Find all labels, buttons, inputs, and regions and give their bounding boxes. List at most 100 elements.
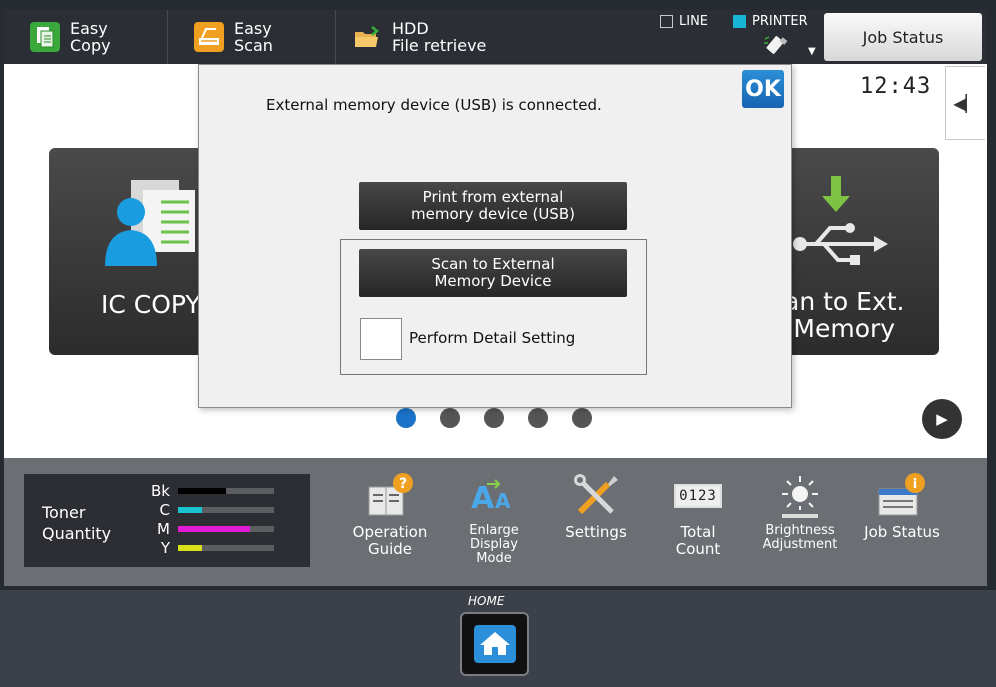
chevron-down-icon[interactable]: ▼ [808,46,816,57]
easy-scan-label-2: Scan [234,36,273,55]
folder-icon [352,22,382,52]
job-status-function-label: Job Status [864,523,940,541]
total-count-label-1: Total [680,523,716,541]
printer-indicator-label: PRINTER [752,14,808,29]
toner-level-fill [178,507,202,513]
operation-guide-label-2: Guide [367,540,413,558]
easy-copy-label-2: Copy [70,36,111,55]
total-count-button[interactable]: 0123 Total Count [648,468,748,578]
usb-stick-icon [762,34,788,63]
toner-title-1: Toner [42,503,86,522]
counter-icon: 0123 [648,468,748,524]
guide-book-icon: ? [340,468,440,524]
print-from-usb-label-2: memory device (USB) [411,205,575,223]
usb-download-icon [793,176,888,265]
toner-quantity-panel: Toner Quantity Bk C M Y [24,474,310,567]
top-bar: Easy Copy Easy Scan HDD File retrieve LI… [4,10,987,64]
svg-text:i: i [913,477,917,492]
operation-guide-label-1: Operation [352,523,428,541]
scan-to-external-memory-button[interactable]: Scan to External Memory Device [359,249,627,297]
page-indicator [396,408,592,428]
toner-level-bar [178,545,274,551]
svg-text:A: A [495,489,511,513]
device-frame: Easy Copy Easy Scan HDD File retrieve LI… [0,0,996,590]
scan-to-ext-btn-label-1: Scan to External [431,255,555,273]
brightness-adjustment-button[interactable]: Brightness Adjustment [750,468,850,578]
dialog-message: External memory device (USB) is connecte… [266,96,602,114]
next-page-button[interactable]: ▶ [922,399,962,439]
line-indicator: LINE [660,14,708,29]
line-indicator-box [660,15,673,28]
printer-indicator: PRINTER [733,14,808,29]
scan-to-ext-label-2: Memory [793,314,896,343]
enlarge-display-label-3: Mode [476,551,512,566]
function-bar: Toner Quantity Bk C M Y ? Operation Guide A… [4,458,987,586]
usb-connected-dialog: External memory device (USB) is connecte… [198,64,792,408]
brightness-label-2: Adjustment [762,537,838,552]
svg-text:?: ? [399,476,407,492]
easy-copy-label-1: Easy [70,19,108,38]
toner-level-fill [178,488,226,494]
operation-guide-label: Operation Guide [340,524,440,558]
ok-button[interactable]: OK [742,70,784,108]
page-dot[interactable] [484,408,504,428]
easy-scan-button[interactable]: Easy Scan [168,10,336,64]
detail-setting-checkbox[interactable] [360,318,402,360]
brightness-icon [750,468,850,524]
brightness-label: Brightness Adjustment [750,524,850,552]
toner-level-bar [178,507,274,513]
toner-row: M [124,520,274,538]
side-panel-toggle[interactable]: ◀▏ [945,66,985,140]
toner-title-2: Quantity [42,524,112,543]
page-dot[interactable] [440,408,460,428]
settings-button[interactable]: Settings [546,468,646,578]
enlarge-display-label-1: Enlarge [469,523,519,538]
ic-copy-label: IC COPY [101,290,201,319]
copy-icon [30,22,60,52]
counter-digits: 0123 [674,484,722,508]
job-status-button[interactable]: Job Status [824,13,982,61]
page-dot[interactable] [528,408,548,428]
toner-row: C [124,501,274,519]
play-icon: ▶ [936,410,948,428]
toner-row: Bk [124,482,274,500]
toner-title: Toner Quantity [42,502,111,544]
enlarge-text-icon: AA [444,468,544,524]
house-icon [473,625,516,663]
toner-level-bar [178,526,274,532]
touch-screen: Easy Copy Easy Scan HDD File retrieve LI… [4,10,987,586]
toner-level-bar [178,488,274,494]
hdd-label-1: HDD [392,19,429,38]
hdd-label-2: File retrieve [392,36,487,55]
enlarge-display-label: Enlarge Display Mode [444,524,544,566]
toner-color-name: Y [160,539,170,557]
scan-to-ext-label: an to Ext. Memory [784,288,905,342]
print-from-usb-button[interactable]: Print from external memory device (USB) [359,182,627,230]
page-dot[interactable] [396,408,416,428]
hdd-file-retrieve-button[interactable]: HDD File retrieve [336,10,636,64]
easy-copy-button[interactable]: Easy Copy [4,10,168,64]
scan-to-ext-label-1: an to Ext. [784,287,905,316]
toner-color-name: M [157,520,170,538]
detail-setting-label: Perform Detail Setting [409,329,576,347]
home-label: HOME [468,594,505,608]
clock: 12:43 [860,74,932,99]
home-button[interactable] [460,612,529,676]
enlarge-display-label-2: Display [470,537,518,552]
total-count-label: Total Count [648,524,748,558]
scan-to-ext-btn-label-2: Memory Device [434,272,552,290]
job-status-info-icon: i [852,468,952,524]
job-status-function-button[interactable]: i Job Status [852,468,952,578]
toner-level-fill [178,526,250,532]
wrench-screwdriver-icon [546,468,646,524]
person-document-icon [105,180,195,266]
line-indicator-label: LINE [679,14,709,29]
enlarge-display-mode-button[interactable]: AA Enlarge Display Mode [444,468,544,578]
easy-scan-label-1: Easy [234,19,272,38]
brightness-label-1: Brightness [765,523,835,538]
print-from-usb-label-1: Print from external [422,188,564,206]
operation-guide-button[interactable]: ? Operation Guide [340,468,440,578]
page-dot[interactable] [572,408,592,428]
collapse-arrow-icon: ◀▏ [953,93,978,113]
toner-color-name: Bk [151,482,170,500]
